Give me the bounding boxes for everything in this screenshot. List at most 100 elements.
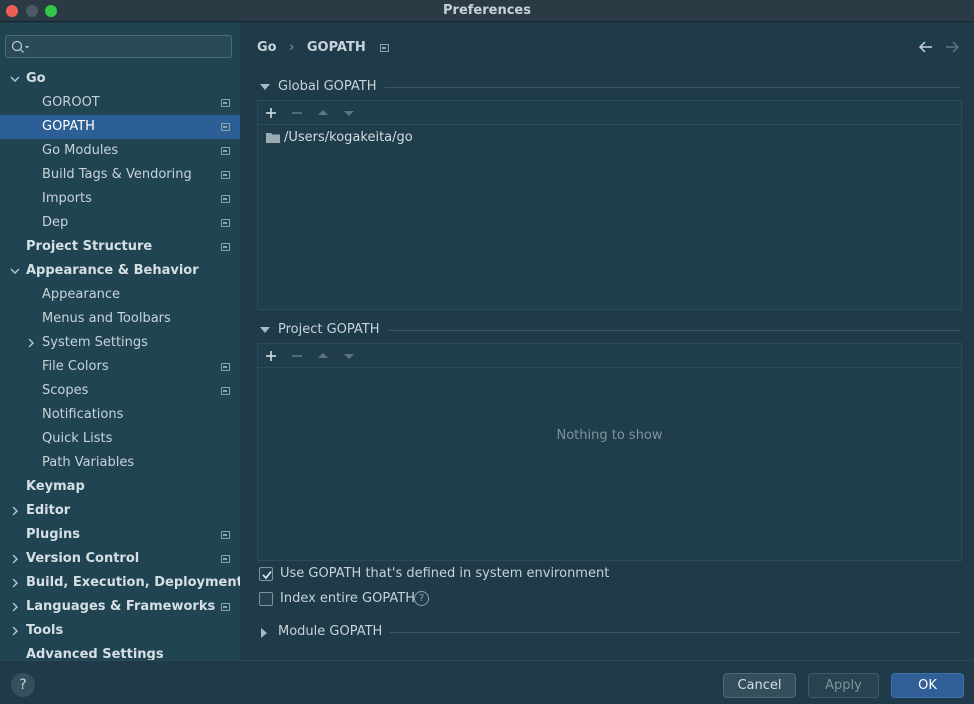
sidebar-item-build-tags-vendoring[interactable]: Build Tags & Vendoring bbox=[0, 163, 240, 187]
empty-state-text: Nothing to show bbox=[556, 428, 663, 443]
index-entire-gopath-checkbox[interactable] bbox=[259, 592, 273, 606]
project-gopath-toolbar bbox=[258, 344, 961, 368]
module-gopath-header[interactable]: Module GOPATH bbox=[259, 623, 971, 641]
project-scope-icon bbox=[221, 171, 230, 179]
sidebar-item-languages-frameworks[interactable]: Languages & Frameworks bbox=[0, 595, 240, 619]
move-down-icon[interactable] bbox=[340, 104, 358, 122]
chevron-right-icon[interactable] bbox=[8, 595, 22, 619]
move-up-icon[interactable] bbox=[314, 104, 332, 122]
sidebar-item-imports[interactable]: Imports bbox=[0, 187, 240, 211]
sidebar-item-label: Appearance & Behavior bbox=[26, 263, 199, 278]
sidebar-item-go[interactable]: Go bbox=[0, 67, 240, 91]
chevron-right-icon[interactable] bbox=[8, 571, 22, 595]
global-gopath-list[interactable]: /Users/kogakeita/go bbox=[257, 100, 962, 310]
remove-icon[interactable] bbox=[288, 347, 306, 365]
sidebar-item-menus-and-toolbars[interactable]: Menus and Toolbars bbox=[0, 307, 240, 331]
sidebar-item-path-variables[interactable]: Path Variables bbox=[0, 451, 240, 475]
title-bar: Preferences bbox=[0, 0, 974, 22]
sidebar-item-editor[interactable]: Editor bbox=[0, 499, 240, 523]
project-scope-icon bbox=[221, 195, 230, 203]
sidebar-item-label: Appearance bbox=[42, 287, 121, 302]
chevron-right-icon[interactable] bbox=[24, 331, 38, 355]
sidebar-item-label: Dep bbox=[42, 215, 69, 230]
settings-tree: Go GOROOT GOPATH Go Modules Build Tags & Ven… bbox=[0, 67, 240, 660]
cancel-button[interactable]: Cancel bbox=[723, 673, 796, 698]
sidebar-item-file-colors[interactable]: File Colors bbox=[0, 355, 240, 379]
sidebar-item-go-modules[interactable]: Go Modules bbox=[0, 139, 240, 163]
breadcrumb-parent[interactable]: Go bbox=[257, 39, 277, 57]
sidebar-item-quick-lists[interactable]: Quick Lists bbox=[0, 427, 240, 451]
global-gopath-header[interactable]: Global GOPATH bbox=[259, 78, 971, 96]
project-gopath-list[interactable]: Nothing to show bbox=[257, 343, 962, 561]
project-scope-icon bbox=[221, 147, 230, 155]
sidebar-item-appearance-behavior[interactable]: Appearance & Behavior bbox=[0, 259, 240, 283]
chevron-right-icon[interactable] bbox=[8, 499, 22, 523]
sidebar-item-label: System Settings bbox=[42, 335, 148, 350]
caret-down-icon bbox=[259, 321, 271, 339]
sidebar-item-goroot[interactable]: GOROOT bbox=[0, 91, 240, 115]
project-scope-icon bbox=[221, 531, 230, 539]
project-scope-icon bbox=[221, 387, 230, 395]
sidebar-item-label: Go Modules bbox=[42, 143, 119, 158]
add-icon[interactable] bbox=[262, 104, 280, 122]
chevron-right-icon[interactable] bbox=[8, 547, 22, 571]
sidebar-item-system-settings[interactable]: System Settings bbox=[0, 331, 240, 355]
project-scope-icon bbox=[221, 99, 230, 107]
ok-button[interactable]: OK bbox=[891, 673, 964, 698]
sidebar-item-label: Build Tags & Vendoring bbox=[42, 167, 192, 182]
sidebar-item-project-structure[interactable]: Project Structure bbox=[0, 235, 240, 259]
move-down-icon[interactable] bbox=[340, 347, 358, 365]
project-gopath-header[interactable]: Project GOPATH bbox=[259, 321, 971, 339]
global-gopath-toolbar bbox=[258, 101, 961, 125]
search-input[interactable] bbox=[5, 35, 232, 58]
project-scope-icon bbox=[221, 555, 230, 563]
folder-icon bbox=[266, 133, 280, 143]
sidebar-item-label: Notifications bbox=[42, 407, 124, 422]
project-scope-icon bbox=[221, 243, 230, 251]
caret-right-icon bbox=[259, 623, 271, 641]
sidebar-item-label: Plugins bbox=[26, 527, 80, 542]
back-arrow-icon[interactable] bbox=[917, 38, 935, 56]
use-system-gopath-checkbox[interactable] bbox=[259, 567, 273, 581]
sidebar-item-dep[interactable]: Dep bbox=[0, 211, 240, 235]
use-system-gopath-label: Use GOPATH that's defined in system envi… bbox=[280, 566, 610, 581]
sidebar-item-label: Languages & Frameworks bbox=[26, 599, 216, 614]
dialog-footer: ? Cancel Apply OK bbox=[0, 660, 974, 704]
sidebar-item-gopath[interactable]: GOPATH bbox=[0, 115, 240, 139]
remove-icon[interactable] bbox=[288, 104, 306, 122]
breadcrumb-current: GOPATH bbox=[306, 40, 366, 55]
sidebar-item-build-execution-deployment[interactable]: Build, Execution, Deployment bbox=[0, 571, 240, 595]
apply-button[interactable]: Apply bbox=[808, 673, 879, 698]
breadcrumb-separator: › bbox=[289, 40, 295, 55]
sidebar-item-advanced-settings[interactable]: Advanced Settings bbox=[0, 643, 240, 660]
sidebar-item-label: GOPATH bbox=[42, 119, 95, 134]
sidebar-item-label: Quick Lists bbox=[42, 431, 113, 446]
checkmark-icon bbox=[262, 571, 272, 580]
move-up-icon[interactable] bbox=[314, 347, 332, 365]
help-button[interactable]: ? bbox=[11, 673, 35, 697]
sidebar-item-notifications[interactable]: Notifications bbox=[0, 403, 240, 427]
chevron-right-icon[interactable] bbox=[8, 619, 22, 643]
project-scope-icon bbox=[221, 363, 230, 371]
sidebar-item-label: Project Structure bbox=[26, 239, 153, 254]
sidebar-item-plugins[interactable]: Plugins bbox=[0, 523, 240, 547]
sidebar-item-label: Tools bbox=[26, 623, 64, 638]
sidebar-item-scopes[interactable]: Scopes bbox=[0, 379, 240, 403]
sidebar-item-label: Path Variables bbox=[42, 455, 135, 470]
sidebar-item-appearance[interactable]: Appearance bbox=[0, 283, 240, 307]
global-gopath-title: Global GOPATH bbox=[278, 78, 385, 96]
forward-arrow-icon[interactable] bbox=[943, 38, 961, 56]
chevron-down-icon[interactable] bbox=[8, 259, 22, 283]
sidebar-item-tools[interactable]: Tools bbox=[0, 619, 240, 643]
sidebar-item-label: Imports bbox=[42, 191, 92, 206]
sidebar-item-label: GOROOT bbox=[42, 95, 100, 110]
sidebar-item-label: File Colors bbox=[42, 359, 109, 374]
sidebar-item-keymap[interactable]: Keymap bbox=[0, 475, 240, 499]
help-icon[interactable]: ? bbox=[414, 591, 429, 606]
chevron-down-icon[interactable] bbox=[8, 67, 22, 91]
add-icon[interactable] bbox=[262, 347, 280, 365]
sidebar-item-label: Advanced Settings bbox=[26, 647, 164, 660]
project-gopath-title: Project GOPATH bbox=[278, 321, 388, 339]
sidebar-item-label: Editor bbox=[26, 503, 71, 518]
sidebar-item-version-control[interactable]: Version Control bbox=[0, 547, 240, 571]
